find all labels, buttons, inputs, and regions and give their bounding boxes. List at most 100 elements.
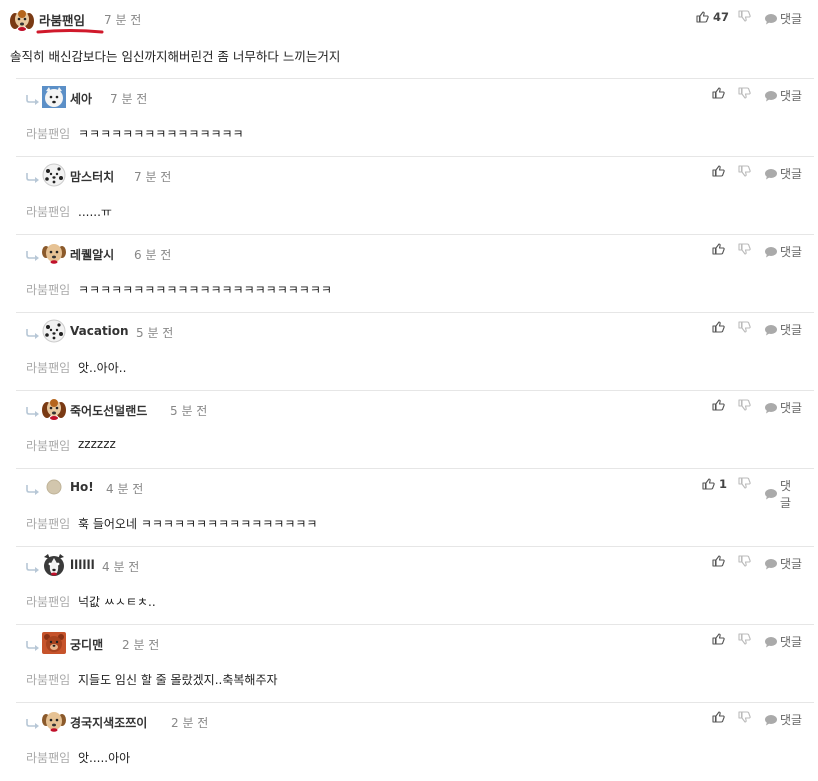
reply-button[interactable]: 댓글 [764, 243, 802, 260]
reply-arrow-icon [26, 329, 40, 339]
reply-label: 댓글 [780, 245, 803, 259]
reply-actions: 댓글 [712, 165, 812, 183]
comment-actions: 47 댓글 [696, 10, 808, 28]
reply-label: 댓글 [780, 635, 803, 649]
dislike-button[interactable] [738, 555, 751, 567]
thumbs-up-icon [712, 321, 725, 333]
reply-button[interactable]: 댓글 [764, 477, 802, 511]
speech-bubble-icon [764, 90, 778, 102]
reply-button[interactable]: 댓글 [764, 10, 802, 27]
reply-text: zzzzzz [78, 437, 116, 451]
reply-time: 7 분 전 [110, 92, 148, 106]
like-button[interactable]: 1 [702, 477, 727, 491]
speech-bubble-icon [764, 168, 778, 180]
reply-mention[interactable]: 라붐팬임 [26, 749, 70, 766]
reply-button[interactable]: 댓글 [764, 321, 802, 338]
reply-author[interactable]: Vacation [70, 324, 129, 338]
reply-author[interactable]: 맘스터치 [70, 168, 114, 185]
dislike-button[interactable] [738, 633, 751, 645]
dislike-button[interactable] [738, 711, 751, 723]
reply-button[interactable]: 댓글 [764, 711, 802, 728]
reply-author[interactable]: 세아 [70, 90, 92, 107]
dislike-button[interactable] [738, 243, 751, 255]
reply-button[interactable]: 댓글 [764, 165, 802, 182]
dislike-button[interactable] [738, 10, 751, 22]
dislike-button[interactable] [738, 477, 751, 489]
reply-mention[interactable]: 라붐팬임 [26, 281, 70, 298]
reply-time: 2 분 전 [171, 716, 209, 730]
reply-button[interactable]: 댓글 [764, 633, 802, 650]
comment-author[interactable]: 라붐팬임 [39, 10, 85, 29]
reply-item: llllll 4 분 전 라붐팬임 넉값 ㅆㅅㅌㅊ.. 댓글 [16, 546, 814, 625]
samoyed-avatar-icon[interactable] [41, 85, 67, 109]
like-button[interactable] [712, 321, 729, 333]
thumbs-down-icon [738, 243, 751, 255]
dislike-button[interactable] [738, 399, 751, 411]
reply-item: 경국지색조쯔이 2 분 전 라붐팬임 앗.....아아 댓글 [16, 702, 814, 781]
dislike-button[interactable] [738, 321, 751, 333]
reply-mention[interactable]: 라붐팬임 [26, 593, 70, 610]
gray-dot-avatar-icon[interactable] [41, 475, 67, 499]
speech-bubble-icon [764, 324, 778, 336]
dalmatian-avatar-icon[interactable] [41, 163, 67, 187]
reply-text: ㅋㅋㅋㅋㅋㅋㅋㅋㅋㅋㅋㅋㅋㅋㅋ [78, 127, 244, 141]
reply-author[interactable]: 죽어도선덜랜드 [70, 402, 147, 419]
like-button[interactable] [712, 165, 729, 177]
reply-button[interactable]: 댓글 [764, 555, 802, 572]
reply-arrow-icon [26, 251, 40, 261]
beagle-avatar-icon[interactable] [41, 397, 67, 421]
reply-time: 7 분 전 [134, 170, 172, 184]
top-comment: 라붐팬임 7 분 전 솔직히 배신감보다는 임신까지해버린건 좀 너무하다 느끼… [0, 0, 818, 78]
beagle-avatar-icon[interactable] [9, 8, 35, 32]
like-button[interactable]: 47 [696, 10, 729, 24]
reply-label: 댓글 [780, 12, 803, 26]
reply-actions: 댓글 [712, 321, 812, 339]
reply-author[interactable]: 궁디맨 [70, 636, 103, 653]
reply-button[interactable]: 댓글 [764, 87, 802, 104]
reply-author[interactable]: llllll [70, 558, 95, 572]
like-button[interactable] [712, 555, 729, 567]
reply-label: 댓글 [780, 557, 803, 571]
thumbs-up-icon [712, 633, 725, 645]
reply-text: 앗..아아.. [78, 361, 127, 375]
reply-author[interactable]: 경국지색조쯔이 [70, 714, 147, 731]
thumbs-down-icon [738, 165, 751, 177]
reply-mention[interactable]: 라붐팬임 [26, 515, 70, 532]
reply-time: 4 분 전 [102, 560, 140, 574]
reply-mention[interactable]: 라붐팬임 [26, 125, 70, 142]
reply-item: Ho! 4 분 전 라붐팬임 훅 들어오네 ㅋㅋㅋㅋㅋㅋㅋㅋㅋㅋㅋㅋㅋㅋㅋㅋ 1… [16, 468, 814, 547]
thumbs-down-icon [738, 321, 751, 333]
like-count: 47 [713, 10, 730, 24]
reply-label: 댓글 [780, 89, 803, 103]
thumbs-down-icon [738, 10, 751, 22]
like-button[interactable] [712, 633, 729, 645]
reply-author[interactable]: Ho! [70, 480, 94, 494]
speech-bubble-icon [764, 402, 778, 414]
puppy-avatar-icon[interactable] [41, 241, 67, 265]
husky-avatar-icon[interactable] [41, 553, 67, 577]
dalmatian-avatar-icon[interactable] [41, 319, 67, 343]
bear-avatar-icon[interactable] [41, 631, 67, 655]
reply-item: 맘스터치 7 분 전 라붐팬임 ......ㅠ 댓글 [16, 156, 814, 235]
dislike-button[interactable] [738, 87, 751, 99]
reply-arrow-icon [26, 641, 40, 651]
like-button[interactable] [712, 711, 729, 723]
reply-item: 레퀠알시 6 분 전 라붐팬임 ㅋㅋㅋㅋㅋㅋㅋㅋㅋㅋㅋㅋㅋㅋㅋㅋㅋㅋㅋㅋㅋㅋㅋ … [16, 234, 814, 313]
like-button[interactable] [712, 87, 729, 99]
reply-button[interactable]: 댓글 [764, 399, 802, 416]
puppy-avatar-icon[interactable] [41, 709, 67, 733]
reply-mention[interactable]: 라붐팬임 [26, 203, 70, 220]
thumbs-down-icon [738, 87, 751, 99]
like-button[interactable] [712, 399, 729, 411]
reply-author[interactable]: 레퀠알시 [70, 246, 114, 263]
reply-arrow-icon [26, 485, 40, 495]
like-button[interactable] [712, 243, 729, 255]
reply-mention[interactable]: 라붐팬임 [26, 671, 70, 688]
thumbs-up-icon [712, 243, 725, 255]
reply-arrow-icon [26, 563, 40, 573]
reply-mention[interactable]: 라붐팬임 [26, 359, 70, 376]
comment-text: 솔직히 배신감보다는 임신까지해버린건 좀 너무하다 느끼는거지 [10, 49, 341, 64]
reply-text: ㅋㅋㅋㅋㅋㅋㅋㅋㅋㅋㅋㅋㅋㅋㅋㅋㅋㅋㅋㅋㅋㅋㅋ [78, 283, 332, 297]
dislike-button[interactable] [738, 165, 751, 177]
reply-mention[interactable]: 라붐팬임 [26, 437, 70, 454]
